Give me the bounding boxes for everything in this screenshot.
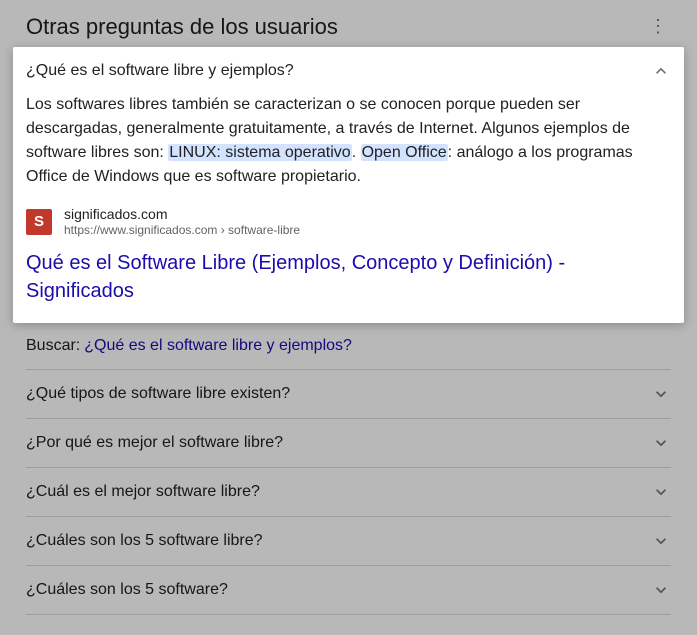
paa-expanded-card: ¿Qué es el software libre y ejemplos? Lo… — [13, 47, 684, 323]
paa-item: ¿Cuáles son los 5 software libre? — [26, 517, 671, 566]
paa-question-row[interactable]: ¿Por qué es mejor el software libre? — [26, 419, 671, 467]
answer-highlight-1: LINUX: sistema operativo — [168, 144, 351, 161]
paa-item: ¿Cuál es el mejor software libre? — [26, 468, 671, 517]
search-for-link[interactable]: ¿Qué es el software libre y ejemplos? — [84, 337, 352, 355]
chevron-down-icon — [651, 531, 671, 551]
paa-item: ¿Por qué es mejor el software libre? — [26, 419, 671, 468]
section-title: Otras preguntas de los usuarios — [26, 14, 338, 40]
paa-question-text: ¿Qué es el software libre y ejemplos? — [26, 62, 651, 80]
more-options-icon[interactable]: ⋮ — [645, 12, 671, 41]
paa-question-row[interactable]: ¿Cuál es el mejor software libre? — [26, 468, 671, 516]
search-for-label: Buscar: — [26, 337, 80, 355]
answer-highlight-2: Open Office — [361, 144, 448, 161]
paa-item: ¿Qué tipos de software libre existen? — [26, 370, 671, 419]
chevron-up-icon — [651, 61, 671, 81]
chevron-down-icon — [651, 433, 671, 453]
source-info: significados.com https://www.significado… — [64, 205, 300, 239]
source-row[interactable]: S significados.com https://www.significa… — [26, 205, 671, 239]
source-favicon: S — [26, 209, 52, 235]
paa-question-text: ¿Cuál es el mejor software libre? — [26, 483, 651, 501]
paa-question-text: ¿Cuáles son los 5 software? — [26, 581, 651, 599]
search-for-row: Buscar: ¿Qué es el software libre y ejem… — [26, 323, 671, 370]
paa-question-row[interactable]: ¿Qué tipos de software libre existen? — [26, 370, 671, 418]
paa-question-row[interactable]: ¿Cuáles son los 5 software libre? — [26, 517, 671, 565]
paa-answer-text: Los softwares libres también se caracter… — [26, 93, 671, 189]
chevron-down-icon — [651, 580, 671, 600]
paa-question-text: ¿Por qué es mejor el software libre? — [26, 434, 651, 452]
result-title-link[interactable]: Qué es el Software Libre (Ejemplos, Conc… — [26, 249, 671, 305]
source-domain: significados.com — [64, 205, 300, 223]
paa-question-text: ¿Cuáles son los 5 software libre? — [26, 532, 651, 550]
chevron-down-icon — [651, 482, 671, 502]
paa-question-row-expanded[interactable]: ¿Qué es el software libre y ejemplos? — [26, 61, 671, 93]
source-url: https://www.significados.com › software-… — [64, 223, 300, 239]
paa-item: ¿Cuáles son los 5 software? — [26, 566, 671, 615]
paa-question-row[interactable]: ¿Cuáles son los 5 software? — [26, 566, 671, 614]
paa-question-text: ¿Qué tipos de software libre existen? — [26, 385, 651, 403]
chevron-down-icon — [651, 384, 671, 404]
answer-mid: . — [352, 144, 361, 161]
